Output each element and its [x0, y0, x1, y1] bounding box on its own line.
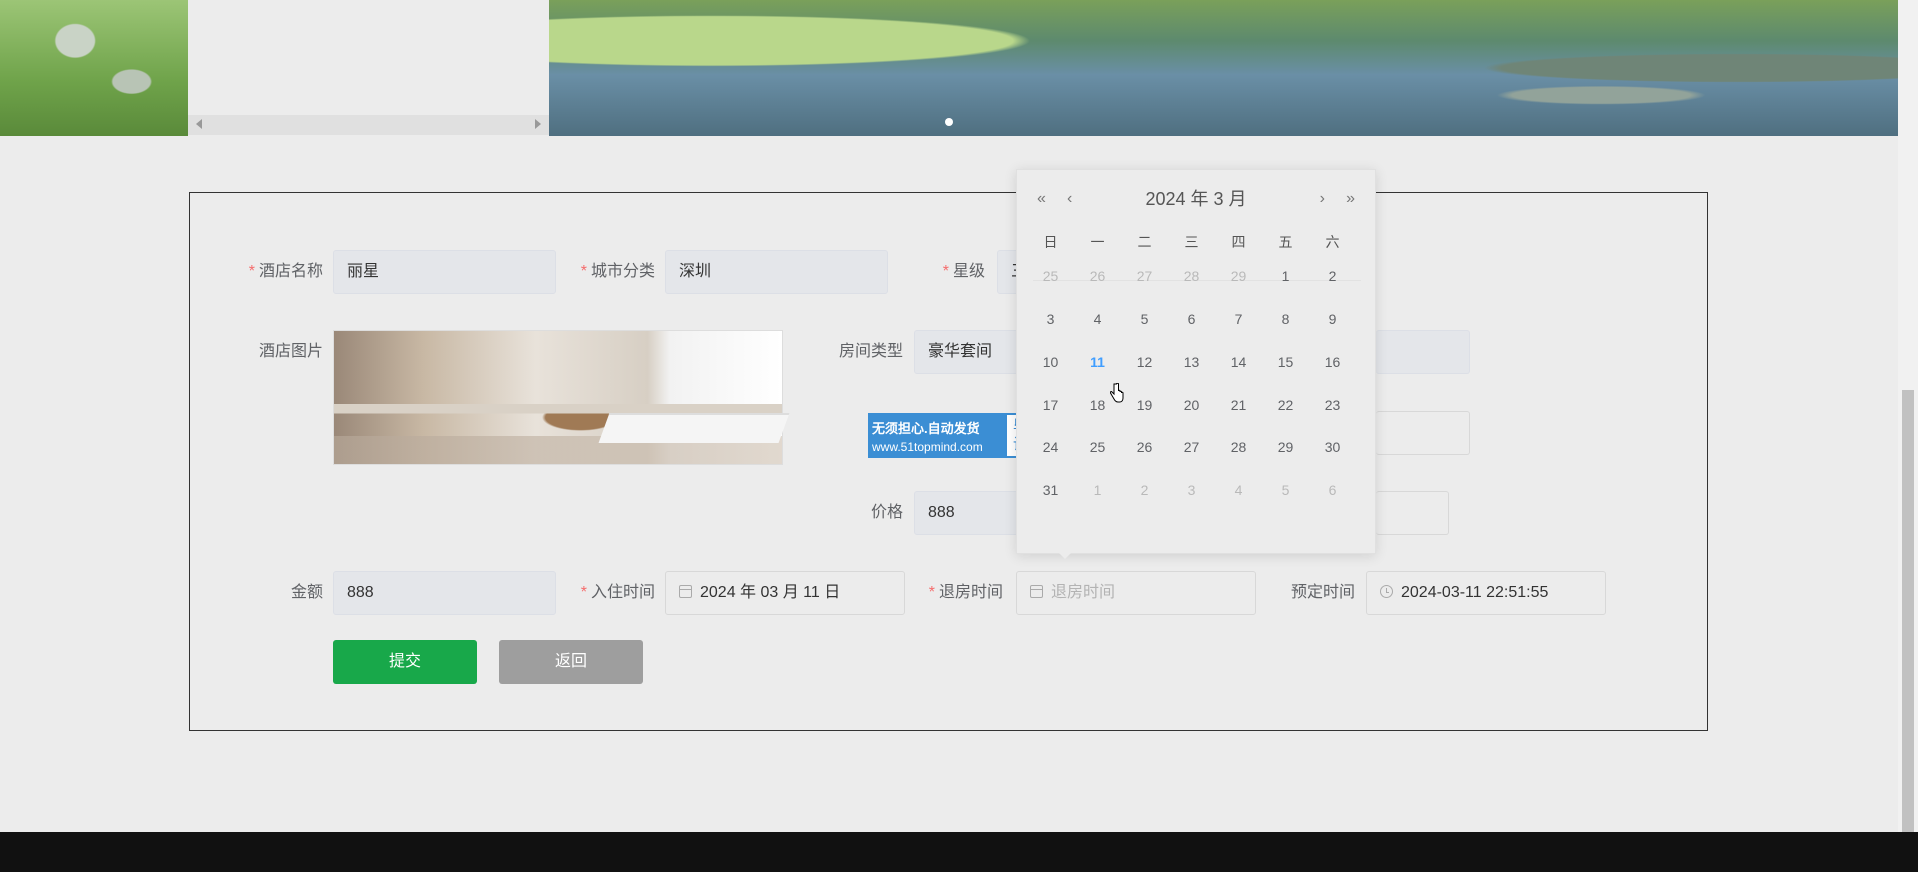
calendar-day[interactable]: 24: [1027, 439, 1074, 455]
calendar-day[interactable]: 29: [1262, 439, 1309, 455]
city-label: * 城市分类: [580, 263, 655, 280]
calendar-day[interactable]: 10: [1027, 354, 1074, 370]
city-field[interactable]: 深圳: [665, 250, 888, 294]
room-type-field-tail: [1376, 330, 1470, 374]
hand-cursor-icon: [1110, 383, 1124, 403]
page-scrollbar[interactable]: [1898, 0, 1918, 832]
calendar-day[interactable]: 28: [1215, 439, 1262, 455]
room-type-label: 房间类型: [838, 343, 903, 360]
calendar-day[interactable]: 5: [1262, 482, 1309, 498]
calendar-day[interactable]: 9: [1309, 311, 1356, 327]
weekday-header: 五: [1278, 234, 1293, 250]
banner-side-image: [0, 0, 188, 136]
calendar-icon: [1030, 585, 1043, 598]
calendar-day[interactable]: 12: [1121, 354, 1168, 370]
date-picker-popup: « ‹ 2024 年 3 月 › » 日一二三四五六 25 26 27 28 29 1 2 3…: [1016, 169, 1376, 559]
next-month-icon[interactable]: ›: [1320, 184, 1325, 214]
room-type-field[interactable]: 豪华套间: [914, 330, 1018, 374]
calendar-day[interactable]: 8: [1262, 311, 1309, 327]
calendar-day[interactable]: 25: [1074, 439, 1121, 455]
calendar-day[interactable]: 3: [1168, 482, 1215, 498]
calendar-day[interactable]: 14: [1215, 354, 1262, 370]
hotel-name-field[interactable]: 丽星: [333, 250, 556, 294]
watermark-line2: www.51topmind.com: [872, 440, 983, 454]
star-label: * 星级: [942, 263, 985, 280]
image-bed: [598, 413, 790, 443]
calendar-icon: [679, 585, 692, 598]
calendar-day[interactable]: 15: [1262, 354, 1309, 370]
weekday-header: 六: [1325, 234, 1340, 250]
weekday-header: 四: [1231, 234, 1246, 250]
next-year-icon[interactable]: »: [1346, 184, 1355, 214]
calendar-day[interactable]: 5: [1121, 311, 1168, 327]
price-label: 价格: [870, 504, 903, 521]
weekday-header: 三: [1184, 234, 1199, 250]
hidden-field-tail[interactable]: [1376, 411, 1470, 455]
calendar-day[interactable]: 1: [1262, 268, 1309, 284]
calendar-day[interactable]: 31: [1027, 482, 1074, 498]
booking-time-field[interactable]: 2024-03-11 22:51:55: [1366, 571, 1606, 615]
back-button[interactable]: 返回: [499, 640, 643, 684]
calendar-day[interactable]: 27: [1168, 439, 1215, 455]
calendar-day[interactable]: 2: [1121, 482, 1168, 498]
banner-main-image: [549, 0, 1898, 136]
checkin-label: * 入住时间: [580, 584, 655, 601]
thumbnail-scrollbar[interactable]: [188, 115, 549, 135]
calendar-day[interactable]: 7: [1215, 311, 1262, 327]
weekday-header: 日: [1043, 234, 1058, 250]
amount-label: 金额: [290, 584, 323, 601]
hotel-name-label: * 酒店名称: [248, 263, 323, 280]
calendar-day[interactable]: 2: [1309, 268, 1356, 284]
clock-icon: [1380, 585, 1393, 598]
hero-banner: [0, 0, 1898, 136]
calendar-day[interactable]: 1: [1074, 482, 1121, 498]
calendar-day[interactable]: 27: [1121, 268, 1168, 284]
booking-time-label: 预定时间: [1290, 584, 1355, 601]
calendar-day[interactable]: 13: [1168, 354, 1215, 370]
calendar-day[interactable]: 17: [1027, 397, 1074, 413]
calendar-day[interactable]: 22: [1262, 397, 1309, 413]
scroll-left-icon[interactable]: [196, 119, 202, 129]
calendar-day[interactable]: 25: [1027, 268, 1074, 284]
calendar-day[interactable]: 6: [1168, 311, 1215, 327]
amount-field[interactable]: 888: [333, 571, 556, 615]
calendar-day[interactable]: 4: [1215, 482, 1262, 498]
price-field[interactable]: 888: [914, 491, 1018, 535]
checkin-date-field[interactable]: 2024 年 03 月 11 日: [665, 571, 905, 615]
calendar-day[interactable]: 3: [1027, 311, 1074, 327]
calendar-day[interactable]: 23: [1309, 397, 1356, 413]
hotel-image-label: 酒店图片: [258, 343, 323, 360]
submit-button[interactable]: 提交: [333, 640, 477, 684]
calendar-day[interactable]: 30: [1309, 439, 1356, 455]
price-field-tail: [1376, 491, 1449, 535]
scroll-right-icon[interactable]: [535, 119, 541, 129]
calendar-day[interactable]: 26: [1074, 268, 1121, 284]
scrollbar-thumb[interactable]: [1902, 390, 1914, 832]
hotel-image: [333, 330, 790, 465]
picker-caret: [1059, 553, 1071, 559]
calendar-day[interactable]: 6: [1309, 482, 1356, 498]
calendar-day[interactable]: 28: [1168, 268, 1215, 284]
calendar-day[interactable]: 26: [1121, 439, 1168, 455]
checkout-label: * 退房时间: [928, 584, 1003, 601]
checkout-date-field[interactable]: 退房时间: [1016, 571, 1256, 615]
calendar-day[interactable]: 16: [1309, 354, 1356, 370]
carousel-indicator-dot[interactable]: [945, 118, 953, 126]
calendar-day[interactable]: 21: [1215, 397, 1262, 413]
weekday-header: 一: [1090, 234, 1105, 250]
calendar-day[interactable]: 29: [1215, 268, 1262, 284]
weekday-header: 二: [1137, 234, 1152, 250]
calendar-day[interactable]: 11: [1074, 354, 1121, 370]
watermark-line1: 无须担心.自动发货: [872, 421, 980, 436]
calendar-day[interactable]: 4: [1074, 311, 1121, 327]
page-footer: [0, 832, 1918, 872]
calendar-day[interactable]: 19: [1121, 397, 1168, 413]
calendar-day[interactable]: 20: [1168, 397, 1215, 413]
